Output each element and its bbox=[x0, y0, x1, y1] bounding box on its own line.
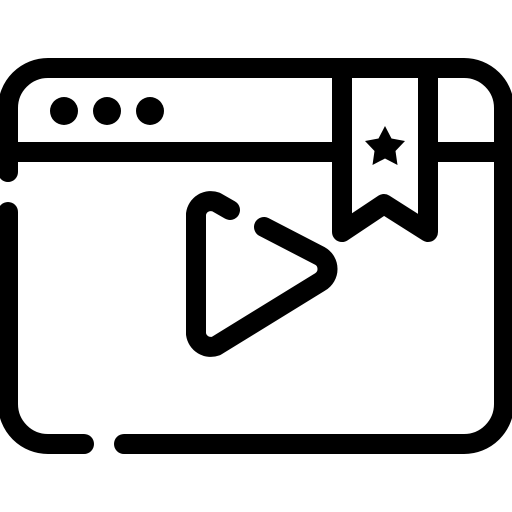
star-icon bbox=[365, 126, 405, 165]
window-dot-1 bbox=[50, 97, 78, 125]
browser-window-frame-left-lower bbox=[0, 202, 94, 454]
icon-canvas bbox=[0, 0, 512, 512]
play-icon bbox=[186, 191, 338, 357]
window-control-dots bbox=[50, 97, 164, 125]
window-dot-2 bbox=[93, 97, 121, 125]
window-dot-3 bbox=[136, 97, 164, 125]
bookmarked-video-browser-icon bbox=[0, 58, 512, 454]
